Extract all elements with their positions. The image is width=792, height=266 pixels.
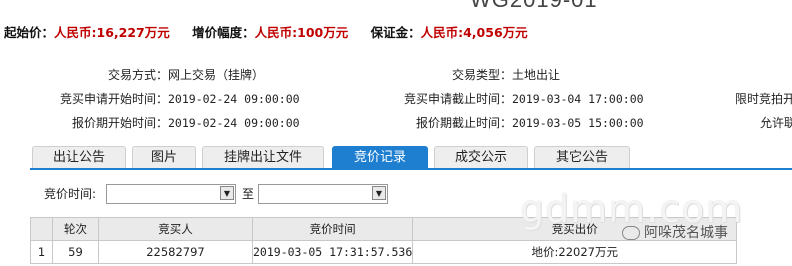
header-round: 轮次 [52, 217, 99, 241]
apply-start-label: 竞买申请开始时间： [59, 92, 168, 106]
bid-time-from-select[interactable]: ▼ [106, 184, 236, 204]
trade-type-label: 交易类型： [451, 68, 512, 82]
trade-mode-label: 交易方式： [107, 68, 168, 82]
deposit-label: 保证金： [370, 25, 421, 40]
deposit-value: 人民币:4,056万元 [420, 25, 528, 40]
dropdown-arrow-icon[interactable]: ▼ [220, 186, 234, 200]
tab-announcement[interactable]: 出让公告 [32, 146, 126, 168]
wechat-icon [622, 226, 640, 240]
start-price-value: 人民币:16,227万元 [54, 25, 170, 40]
table-row: 1 59 22582797 2019-03-05 17:31:57.536 地价… [30, 240, 738, 264]
apply-end-value: 2019-03-04 17:00:00 [512, 92, 644, 106]
allowed-label: 允许联 [760, 116, 792, 130]
tab-underline [30, 168, 792, 170]
quote-start-row: 报价期开始时间：2019-02-24 09:00:00 [0, 114, 300, 131]
dropdown-arrow-icon[interactable]: ▼ [372, 186, 386, 200]
tab-bid-records[interactable]: 竞价记录 [332, 146, 428, 168]
header-bidder: 竞买人 [98, 217, 253, 241]
tab-other-notices[interactable]: 其它公告 [534, 146, 630, 168]
start-price-label: 起始价： [4, 25, 55, 40]
quote-end-row: 报价期截止时间：2019-03-05 15:00:00 [380, 114, 644, 131]
header-bid-time: 竞价时间 [251, 217, 414, 241]
tab-deal-publicity[interactable]: 成交公示 [434, 146, 528, 168]
quote-start-label: 报价期开始时间： [71, 116, 168, 130]
brand-name: 阿哚茂名城事 [644, 225, 728, 241]
cell-bid-price: 地价:22027万元 [412, 240, 738, 264]
brand-watermark: 阿哚茂名城事 [622, 222, 728, 242]
bid-time-label: 竞价时间: [44, 187, 97, 201]
header-index [30, 217, 53, 241]
tab-images[interactable]: 图片 [132, 146, 196, 168]
apply-start-row: 竞买申请开始时间：2019-02-24 09:00:00 [0, 90, 300, 107]
trade-type-value: 土地出让 [512, 68, 561, 82]
listing-code: WG2019-01 [470, 0, 598, 13]
trade-mode-value: 网上交易（挂牌） [168, 68, 265, 82]
apply-end-label: 竞买申请截止时间： [403, 92, 512, 106]
to-label: 至 [242, 187, 255, 201]
increment-label: 增价幅度： [192, 25, 255, 40]
cell-index: 1 [30, 240, 53, 264]
timed-auction-label: 限时竞拍开 [735, 92, 792, 106]
price-summary: 起始价：人民币:16,227万元 增价幅度：人民币:100万元 保证金：人民币:… [4, 22, 546, 41]
cell-bidder: 22582797 [98, 240, 253, 264]
increment-value: 人民币:100万元 [254, 25, 349, 40]
quote-end-label: 报价期截止时间： [415, 116, 512, 130]
apply-start-value: 2019-02-24 09:00:00 [168, 92, 300, 106]
tab-listing-documents[interactable]: 挂牌出让文件 [202, 146, 324, 168]
trade-type-row: 交易类型：土地出让 [380, 66, 560, 83]
trade-mode-row: 交易方式：网上交易（挂牌） [0, 66, 264, 83]
quote-end-value: 2019-03-05 15:00:00 [512, 116, 644, 130]
cell-bid-time: 2019-03-05 17:31:57.536 [251, 240, 414, 264]
cell-round: 59 [52, 240, 99, 264]
bid-time-to-select[interactable]: ▼ [258, 184, 388, 204]
quote-start-value: 2019-02-24 09:00:00 [168, 116, 300, 130]
apply-end-row: 竞买申请截止时间：2019-03-04 17:00:00 [380, 90, 644, 107]
